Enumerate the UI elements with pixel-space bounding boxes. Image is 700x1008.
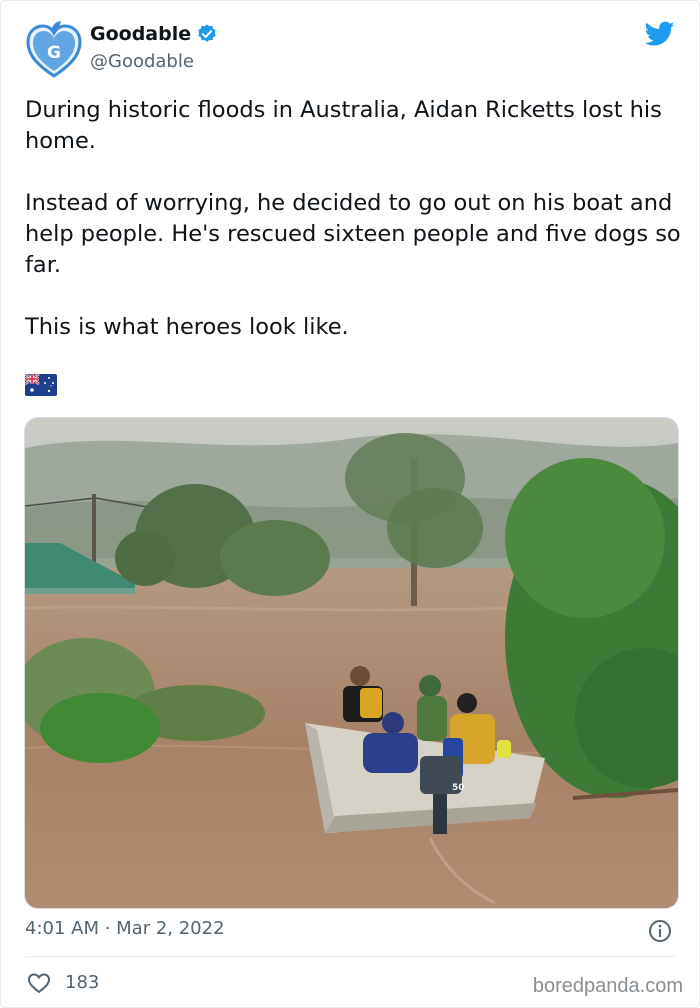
tweet-paragraph: During historic floods in Australia, Aid… bbox=[25, 97, 662, 154]
tweet-timestamp[interactable]: 4:01 AM · Mar 2, 2022 bbox=[25, 918, 225, 939]
heart-icon[interactable] bbox=[27, 971, 51, 995]
tweet-text: During historic floods in Australia, Aid… bbox=[25, 95, 685, 343]
australia-flag-icon bbox=[25, 374, 57, 396]
author-display-name[interactable]: Goodable bbox=[90, 23, 191, 45]
twitter-bird-icon[interactable] bbox=[645, 21, 675, 47]
verified-badge-icon bbox=[198, 24, 216, 42]
tweet-paragraph: Instead of worrying, he decided to go ou… bbox=[25, 190, 681, 278]
like-count[interactable]: 183 bbox=[65, 972, 99, 993]
divider bbox=[25, 956, 675, 957]
watermark: boredpanda.com bbox=[532, 975, 683, 997]
tweet-paragraph: This is what heroes look like. bbox=[25, 314, 349, 340]
tweet-card: G Goodable @Goodable During historic flo… bbox=[0, 0, 700, 1008]
flood-rescue-photo[interactable]: 50 bbox=[24, 417, 679, 909]
outboard-label: 50 bbox=[452, 783, 465, 793]
avatar-letter: G bbox=[47, 43, 61, 63]
info-icon[interactable] bbox=[648, 919, 672, 943]
author-handle[interactable]: @Goodable bbox=[90, 51, 194, 72]
goodable-logo-icon[interactable]: G bbox=[25, 18, 83, 80]
author-name-row[interactable]: Goodable bbox=[90, 23, 218, 45]
